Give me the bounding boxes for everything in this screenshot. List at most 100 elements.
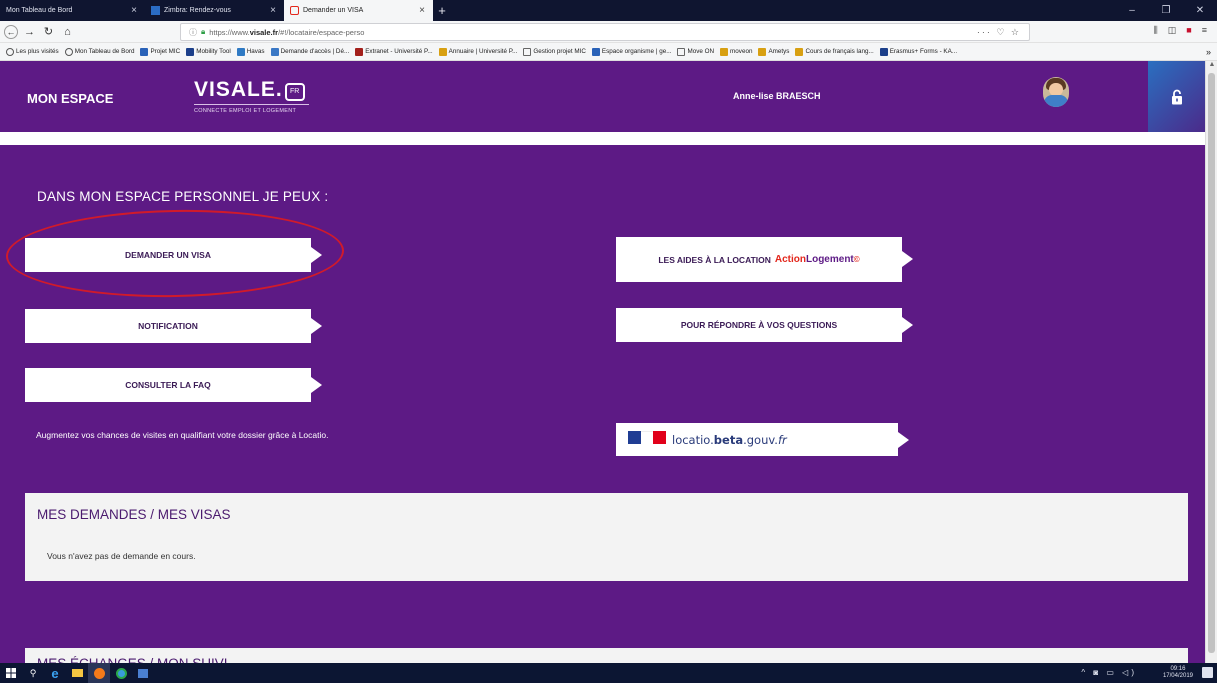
- bookmark-item[interactable]: Extranet - Université P...: [355, 47, 433, 56]
- logo-badge: FR: [284, 83, 305, 101]
- reload-icon[interactable]: ↻: [41, 25, 56, 38]
- close-tab-icon[interactable]: ×: [419, 5, 425, 16]
- url-path: /#!/locataire/espace-perso: [278, 27, 365, 37]
- bookmark-icon: [140, 47, 149, 56]
- action-logement-icon: ©: [853, 255, 860, 264]
- bookmark-icon: [355, 47, 364, 56]
- logo-word: VISALE.: [194, 78, 283, 101]
- bookmark-label: Espace organisme | ge...: [601, 48, 672, 55]
- chrome-icon[interactable]: [110, 663, 132, 683]
- marianne-flag-icon: [628, 430, 666, 449]
- scroll-up-icon[interactable]: ▲: [1206, 61, 1217, 71]
- bookmark-item[interactable]: moveon: [720, 47, 752, 56]
- file-explorer-icon[interactable]: [66, 663, 88, 683]
- notification-center-icon[interactable]: [1202, 667, 1213, 678]
- bookmark-item[interactable]: Mon Tableau de Bord: [64, 47, 134, 56]
- browser-tab-zimbra[interactable]: Zimbra: Rendez-vous ×: [145, 0, 284, 21]
- bookmark-item[interactable]: Erasmus+ Forms - KA...: [879, 47, 957, 56]
- bookmark-item[interactable]: Move ON: [677, 47, 715, 56]
- url-domain: visale.fr: [249, 27, 279, 37]
- header-separator: [0, 132, 1205, 145]
- action-logement-logo: ActionLogement: [775, 254, 854, 265]
- folder-icon: [523, 47, 532, 56]
- main-content: DANS MON ESPACE PERSONNEL JE PEUX : DEMA…: [0, 145, 1205, 678]
- questions-button[interactable]: POUR RÉPONDRE À VOS QUESTIONS: [616, 308, 913, 342]
- aides-location-button[interactable]: LES AIDES À LA LOCATION ActionLogement ©: [616, 237, 913, 282]
- library-icon[interactable]: ⫼: [1154, 25, 1158, 36]
- mon-espace-link[interactable]: MON ESPACE: [27, 91, 113, 106]
- bookmark-item[interactable]: Annuaire | Université P...: [438, 47, 518, 56]
- locatio-part: fr: [777, 432, 787, 447]
- logout-button[interactable]: [1148, 61, 1205, 132]
- avatar[interactable]: [1043, 77, 1069, 107]
- close-tab-icon[interactable]: ×: [270, 5, 276, 16]
- minimize-icon[interactable]: –: [1115, 5, 1149, 16]
- maximize-icon[interactable]: ❐: [1149, 5, 1183, 16]
- browser-tab-demander-visa[interactable]: Demander un VISA ×: [284, 0, 433, 21]
- globe-icon: [64, 47, 73, 56]
- site-header: MON ESPACE VISALE. FR CONNECTE EMPLOI ET …: [0, 61, 1205, 132]
- info-icon[interactable]: ⓘ: [189, 27, 197, 38]
- browser-tab-mon-tableau[interactable]: Mon Tableau de Bord ×: [0, 0, 145, 21]
- page-actions-icon[interactable]: ··· ♡ ☆: [977, 27, 1021, 38]
- bookmark-icon: [186, 47, 195, 56]
- locatio-button[interactable]: locatio.beta.gouv.fr: [616, 423, 909, 456]
- bookmark-item[interactable]: Gestion projet MIC: [523, 47, 586, 56]
- highlight-ellipse: [5, 207, 345, 300]
- clock[interactable]: 09:16 17/04/2019: [1163, 666, 1193, 680]
- pdf-icon[interactable]: ■: [1186, 25, 1191, 36]
- menu-icon[interactable]: ≡: [1202, 25, 1207, 36]
- close-tab-icon[interactable]: ×: [131, 5, 137, 16]
- system-tray[interactable]: ^ ◙ ▭ ◁): [1081, 668, 1137, 677]
- tab-label: Mon Tableau de Bord: [6, 7, 73, 14]
- url-host: https://www.: [209, 27, 250, 37]
- close-window-icon[interactable]: ✕: [1183, 5, 1217, 16]
- bookmark-item[interactable]: Espace organisme | ge...: [591, 47, 672, 56]
- avatar-body: [1044, 95, 1068, 107]
- back-icon[interactable]: ←: [4, 24, 18, 39]
- bookmark-label: Annuaire | Université P...: [448, 48, 518, 55]
- home-icon[interactable]: ⌂: [60, 26, 75, 38]
- page-scrollbar[interactable]: ▲: [1205, 61, 1217, 663]
- url-bar[interactable]: ⓘ 🔒︎ https://www. visale.fr/#!/locataire/…: [180, 23, 1030, 41]
- bookmark-item[interactable]: Projet MIC: [140, 47, 180, 56]
- mes-demandes-panel: MES DEMANDES / MES VISAS Vous n'avez pas…: [25, 493, 1188, 581]
- bookmark-item[interactable]: Mobility Tool: [186, 47, 231, 56]
- folder-icon: [677, 47, 686, 56]
- brand-part: Logement: [805, 254, 854, 265]
- windows-start-icon[interactable]: [0, 663, 22, 683]
- firefox-icon[interactable]: [88, 663, 110, 683]
- bookmark-label: Move ON: [687, 48, 715, 55]
- bookmark-item[interactable]: Havas: [236, 47, 265, 56]
- more-bookmarks-icon[interactable]: »: [1206, 47, 1211, 57]
- search-icon[interactable]: ⚲: [22, 663, 44, 683]
- app-icon[interactable]: [132, 663, 154, 683]
- brand-part: Action: [774, 254, 806, 265]
- notification-button[interactable]: NOTIFICATION: [25, 309, 322, 343]
- visale-logo[interactable]: VISALE. FR CONNECTE EMPLOI ET LOGEMENT: [194, 78, 309, 114]
- edge-icon[interactable]: e: [44, 663, 66, 683]
- bookmark-item[interactable]: Ametys: [758, 47, 789, 56]
- visale-icon: [290, 6, 299, 15]
- locatio-logo-text: locatio.beta.gouv.fr: [672, 433, 787, 447]
- logo-divider: [194, 104, 309, 105]
- bookmark-item[interactable]: Demande d'accès | Dé...: [270, 47, 349, 56]
- bookmark-item[interactable]: Cours de français lang...: [795, 47, 874, 56]
- tab-label: Demander un VISA: [303, 7, 364, 14]
- bookmark-label: Extranet - Université P...: [365, 48, 433, 55]
- tab-label: Zimbra: Rendez-vous: [164, 7, 231, 14]
- padlock-icon: [1171, 89, 1182, 104]
- bookmark-icon: [795, 47, 804, 56]
- new-tab-button[interactable]: +: [433, 0, 453, 21]
- mes-demandes-title: MES DEMANDES / MES VISAS: [37, 507, 231, 522]
- zimbra-icon: [151, 6, 160, 15]
- logo-tagline: CONNECTE EMPLOI ET LOGEMENT: [194, 108, 297, 114]
- sidebar-icon[interactable]: ◫: [1168, 25, 1177, 36]
- bookmark-item[interactable]: Les plus visités: [6, 47, 59, 56]
- toolbar-right: ⫼ ◫ ■ ≡: [1154, 25, 1207, 36]
- forward-icon[interactable]: →: [22, 26, 37, 38]
- bookmark-label: Gestion projet MIC: [533, 48, 586, 55]
- padlock-icon[interactable]: 🔒︎: [201, 27, 205, 37]
- scroll-thumb[interactable]: [1208, 73, 1215, 653]
- faq-button[interactable]: CONSULTER LA FAQ: [25, 368, 322, 402]
